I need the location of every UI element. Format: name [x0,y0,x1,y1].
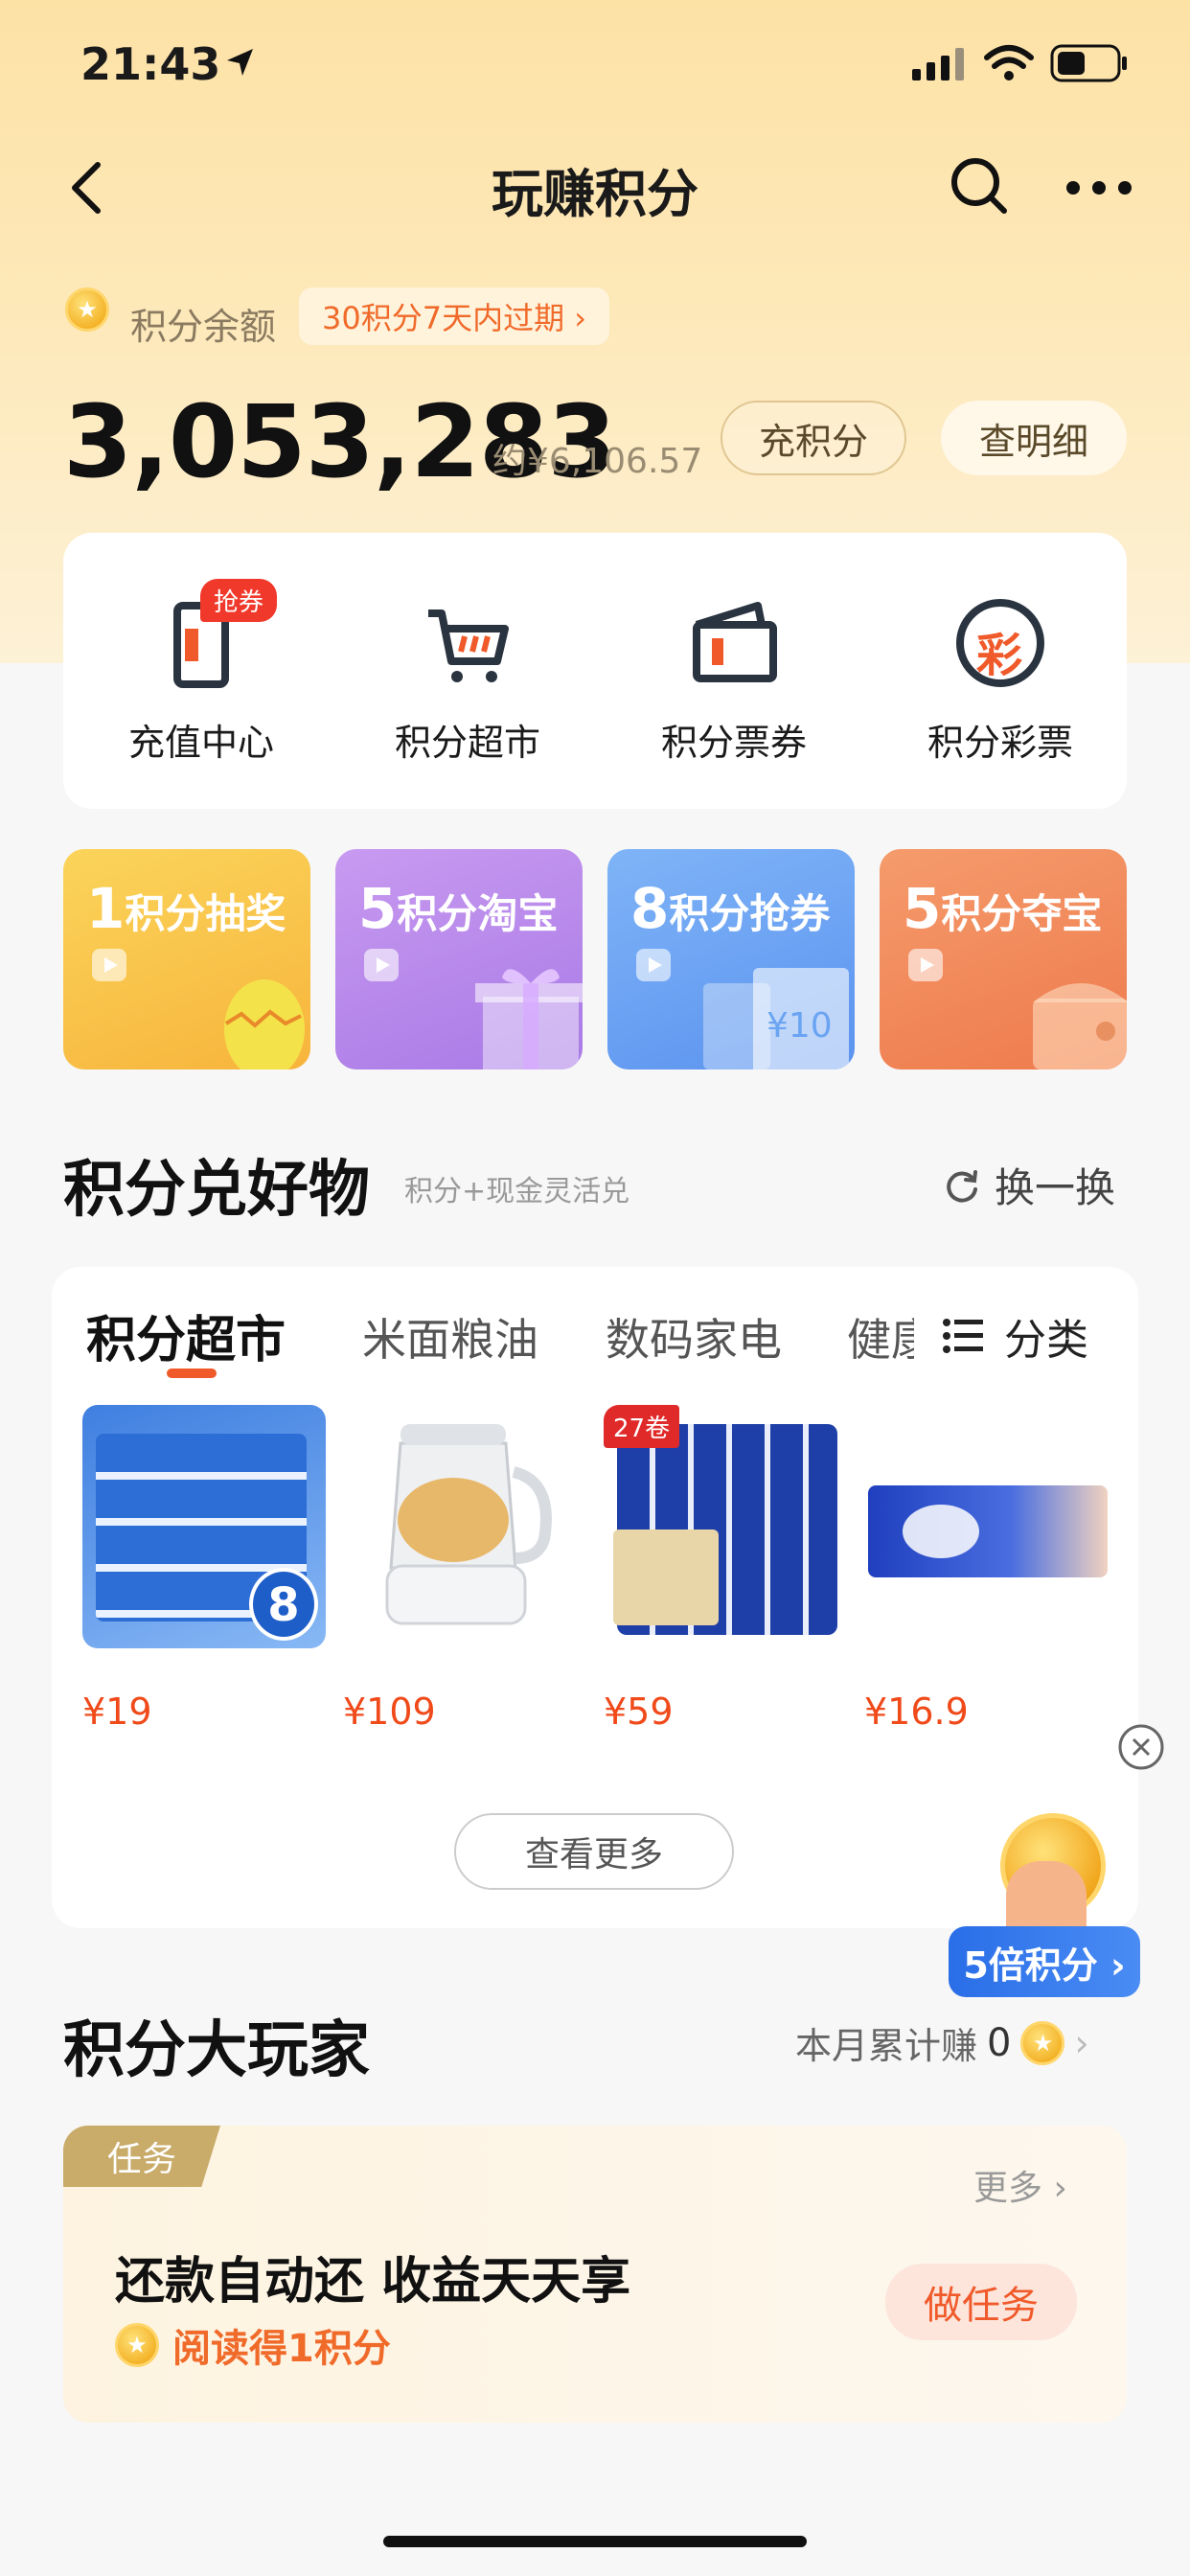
lottery-glyph: 彩 [976,629,1023,682]
product-card[interactable]: ¥109 [343,1405,586,1733]
promo-label: 积分淘宝 [397,890,559,937]
task-card: 任务 更多 › 还款自动还 收益天天享 ★ 阅读得1积分 做任务 [63,2126,1127,2423]
player-section-title: 积分大玩家 [63,2015,370,2086]
cny-equivalent: 约¥6,106.57 [492,442,703,481]
task-tag: 任务 [63,2126,220,2187]
bonus-points-float[interactable]: 5倍积分 › [949,1813,1140,2024]
promo-number: 1 [86,876,126,941]
quick-action-points-tickets[interactable]: 积分票券 [629,590,839,766]
egg-icon [224,979,305,1070]
chevron-right-icon: › [1074,2021,1089,2064]
promo-label: 积分夺宝 [941,890,1103,937]
promo-treasure[interactable]: 5积分夺宝 [880,849,1127,1070]
promo-coupon-grab[interactable]: 8积分抢券 ¥10 [607,849,855,1070]
gift-box-icon [475,969,583,1070]
wallet-ticket-icon [681,590,787,696]
promo-number: 8 [630,876,670,941]
battery-icon [1050,44,1127,82]
list-icon [943,1319,983,1353]
coin-icon: ★ [115,2323,159,2367]
category-label: 分类 [1004,1316,1088,1365]
refresh-icon [947,1169,977,1203]
treasure-chest-icon [1033,983,1127,1070]
quick-action-recharge-center[interactable]: 抢券 充值中心 [96,579,307,766]
refresh-button[interactable]: 换一换 [943,1156,1115,1214]
product-image-tissue-bag [864,1405,1108,1648]
category-button[interactable]: 分类 [914,1290,1138,1382]
promo-lucky-draw[interactable]: 1积分抽奖 [63,849,310,1070]
task-title: 还款自动还 收益天天享 [115,2253,631,2311]
active-tab-indicator [167,1368,217,1378]
home-indicator [383,2536,807,2547]
more-options-icon[interactable] [1065,180,1133,196]
shopping-cart-icon [415,590,520,696]
location-arrow-icon [227,49,253,76]
promo-label: 积分抢券 [669,890,831,937]
signal-icon [912,48,964,80]
task-more-link[interactable]: 更多 › [973,2160,1067,2210]
goods-section-subtitle: 积分+现金灵活兑 [404,1175,630,1208]
product-image-tissue: 8 [82,1405,326,1648]
phone-recharge-icon: 抢券 [149,579,278,696]
product-tag: 27卷 [604,1405,680,1448]
quick-action-label: 充值中心 [127,722,274,764]
product-price: ¥59 [604,1690,674,1733]
quick-action-points-market[interactable]: 积分超市 [362,590,573,766]
product-card[interactable]: ¥16.9 [864,1405,1108,1733]
promo-label: 积分抽奖 [125,890,286,937]
tab-digital-appliances[interactable]: 数码家电 [606,1305,782,1368]
goods-section-title: 积分兑好物 [63,1155,370,1226]
play-icon [636,949,671,981]
do-task-button[interactable]: 做任务 [885,2264,1077,2340]
play-icon [908,949,943,981]
promo-taobao[interactable]: 5积分淘宝 [335,849,583,1070]
quick-action-label: 积分彩票 [927,722,1073,764]
recharge-points-button[interactable]: 充积分 [721,401,906,475]
expire-notice[interactable]: 30积分7天内过期 › [299,288,610,345]
quick-action-label: 积分超市 [394,722,540,764]
balance-label: 积分余额 [130,306,277,348]
refresh-label: 换一换 [995,1164,1116,1211]
product-image-toilet-paper: 27卷 [604,1405,847,1648]
status-time: 21:43 [80,38,221,90]
monthly-earned[interactable]: 本月累计赚 0 ★ › [795,2016,1089,2069]
quick-action-label: 积分票券 [660,722,807,764]
quick-action-points-lottery[interactable]: 彩 积分彩票 [895,590,1106,766]
tab-grain-oil[interactable]: 米面粮油 [362,1305,538,1368]
play-icon [364,949,399,981]
svg-text:¥10: ¥10 [767,1006,833,1046]
product-card[interactable]: 8 ¥19 [82,1405,326,1733]
view-details-button[interactable]: 查明细 [941,401,1127,475]
bonus-label: 5倍积分 › [949,1926,1140,1997]
page-title: 玩赚积分 [492,164,698,224]
product-price: ¥19 [82,1690,152,1733]
task-reward: ★ 阅读得1积分 [115,2317,391,2373]
close-icon[interactable] [1117,1723,1165,1771]
lottery-icon: 彩 [948,590,1053,696]
coupon-icon: ¥10 [703,968,849,1070]
hot-coupon-badge: 抢券 [200,579,278,622]
product-price: ¥16.9 [864,1690,969,1733]
product-image-kettle [343,1405,586,1648]
monthly-value: 0 [987,2020,1012,2065]
search-icon[interactable] [949,155,1010,217]
quick-actions-card: 抢券 充值中心 积分超市 积分票券 彩 积分彩票 [63,533,1127,809]
coin-icon: ★ [1020,2020,1065,2065]
monthly-label: 本月累计赚 [795,2025,978,2067]
product-price: ¥109 [343,1690,436,1733]
see-more-button[interactable]: 查看更多 [454,1813,734,1890]
promo-number: 5 [358,876,398,941]
tab-points-market[interactable]: 积分超市 [86,1300,286,1371]
wifi-icon [984,45,1034,80]
coin-icon: ★ [65,288,109,332]
task-reward-label: 阅读得1积分 [172,2327,391,2371]
product-card[interactable]: 27卷 ¥59 [604,1405,847,1733]
tab-health[interactable]: 健康 [847,1305,914,1368]
promo-number: 5 [903,876,942,941]
play-icon [92,949,126,981]
